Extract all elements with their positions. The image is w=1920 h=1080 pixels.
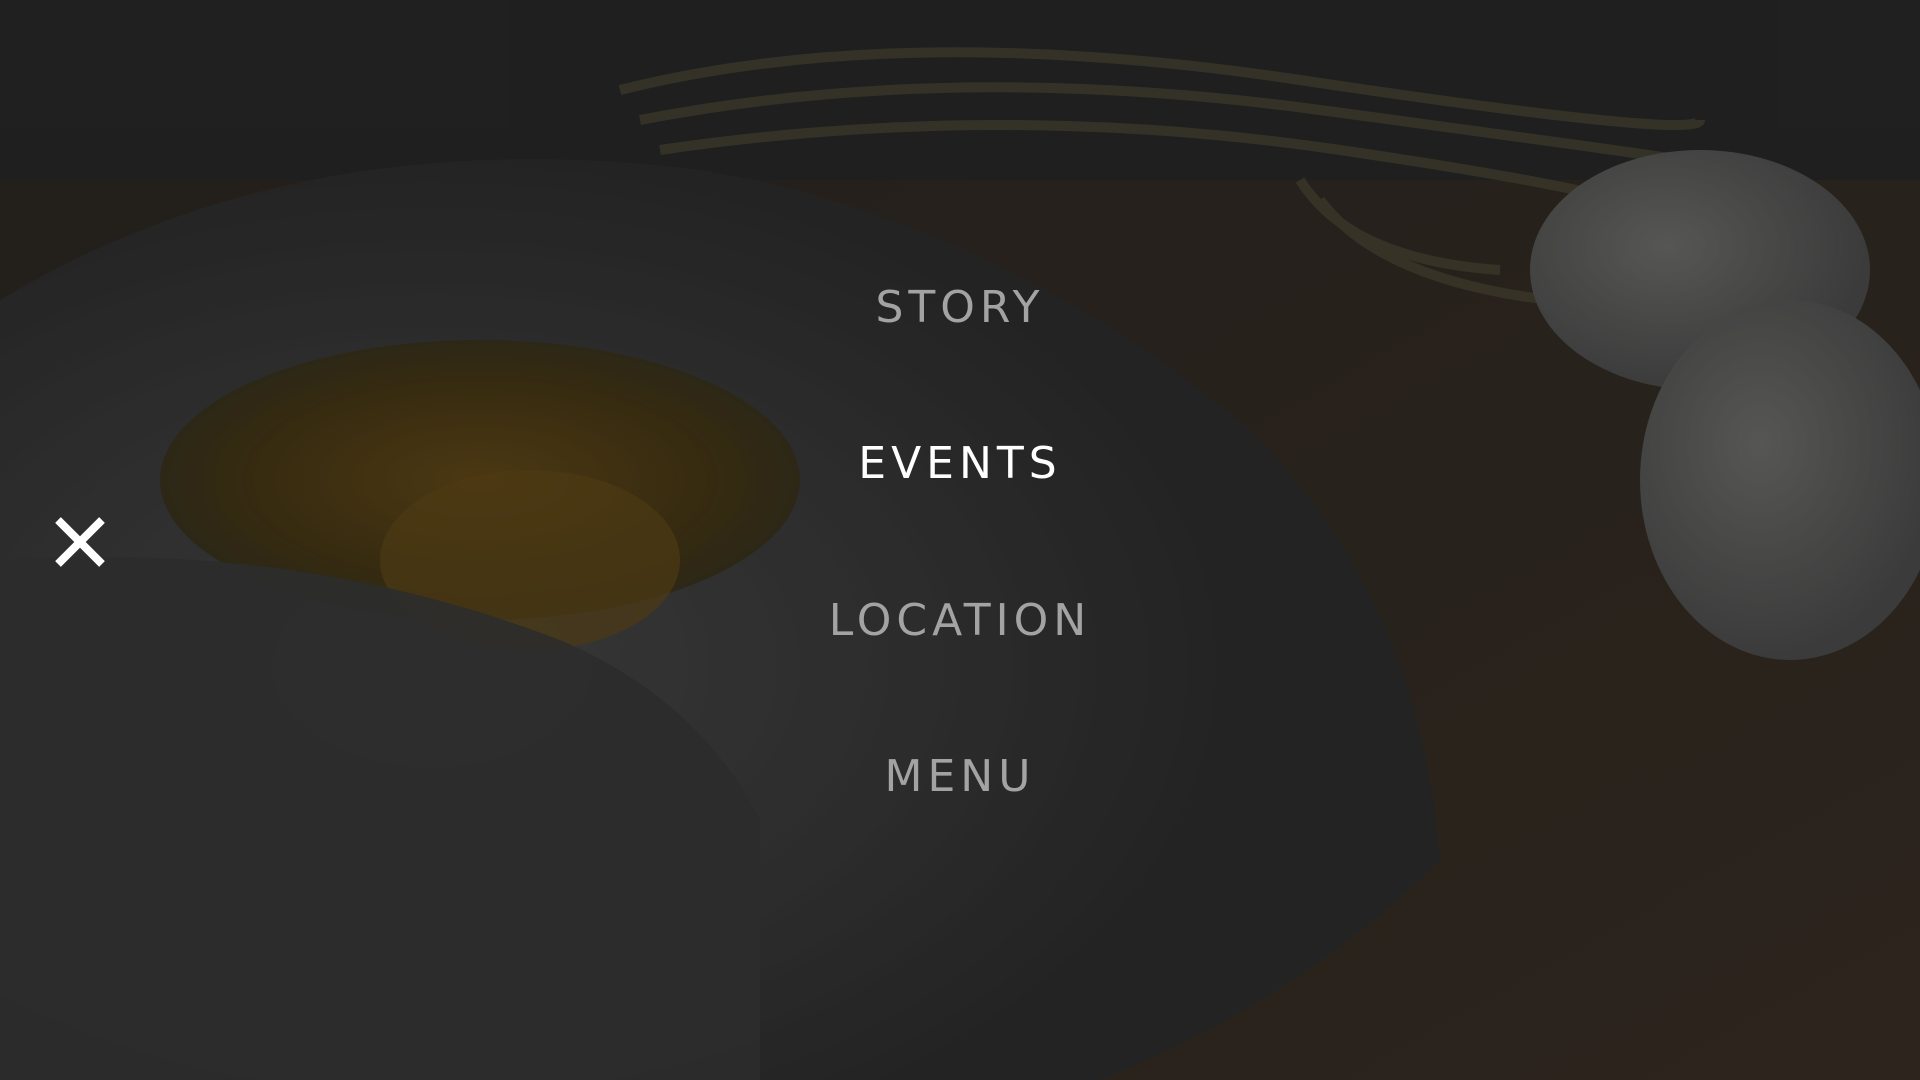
nav-item-story[interactable]: STORY bbox=[0, 278, 1920, 338]
main-navigation: STORY EVENTS LOCATION MENU bbox=[0, 0, 1920, 1080]
nav-item-events[interactable]: EVENTS bbox=[0, 434, 1920, 494]
nav-item-location[interactable]: LOCATION bbox=[0, 591, 1920, 651]
menu-overlay-screen: STORY EVENTS LOCATION MENU bbox=[0, 0, 1920, 1080]
nav-item-menu[interactable]: MENU bbox=[0, 747, 1920, 807]
